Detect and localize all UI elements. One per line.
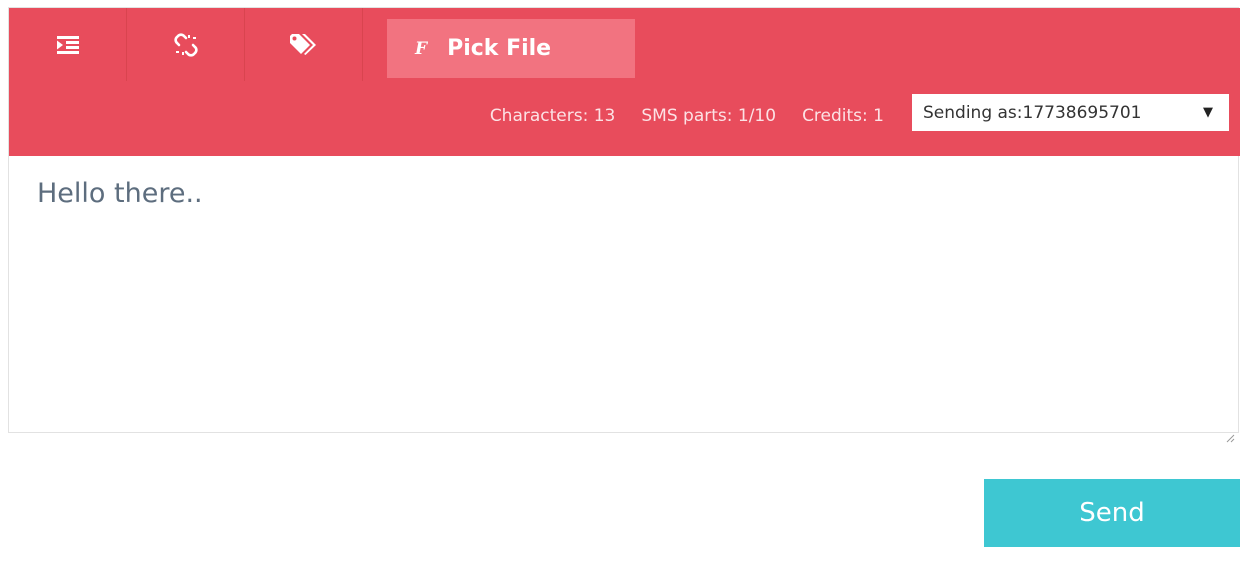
unlink-button[interactable]: [127, 8, 245, 81]
message-stats: Characters: 13 SMS parts: 1/10 Credits: …: [490, 106, 884, 126]
tags-icon: [289, 33, 318, 56]
pick-file-label: Pick File: [447, 36, 552, 61]
sms-composer: F Pick File Characters: 13 SMS parts: 1/…: [8, 7, 1240, 443]
pick-file-button[interactable]: F Pick File: [387, 19, 635, 78]
sender-select[interactable]: Sending as:17738695701 ▼: [912, 94, 1229, 131]
file-f-icon: F: [415, 38, 428, 59]
send-button[interactable]: Send: [984, 479, 1240, 547]
unlink-icon: [173, 32, 198, 57]
resize-handle-icon[interactable]: [1225, 419, 1235, 443]
indent-button[interactable]: [9, 8, 127, 81]
tags-button[interactable]: [245, 8, 363, 81]
sms-parts-count: SMS parts: 1/10: [641, 106, 777, 126]
chevron-down-icon: ▼: [1203, 105, 1213, 120]
sender-value: Sending as:17738695701: [923, 102, 1142, 123]
indent-icon: [56, 35, 79, 54]
message-textarea[interactable]: Hello there..: [9, 156, 1238, 443]
composer-toolbar: F Pick File Characters: 13 SMS parts: 1/…: [9, 8, 1240, 156]
credits-count: Credits: 1: [802, 106, 884, 126]
characters-count: Characters: 13: [489, 106, 616, 126]
message-text: Hello there..: [37, 178, 203, 209]
